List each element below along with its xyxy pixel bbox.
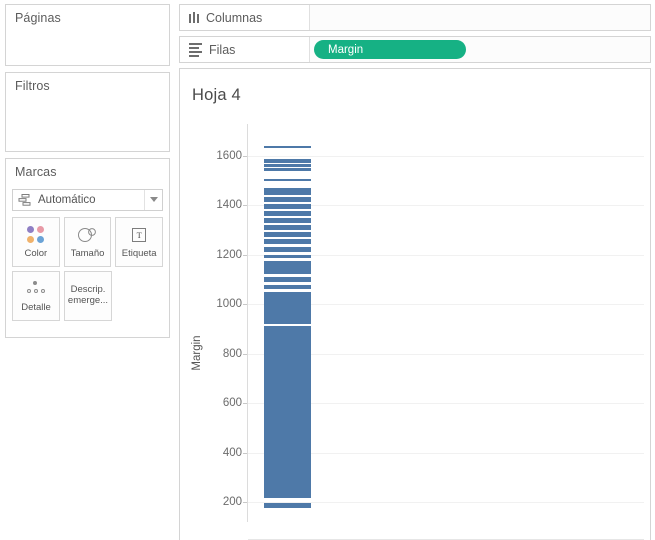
bar-mark[interactable] <box>264 276 311 282</box>
y-axis-tickmark <box>243 205 247 207</box>
y-axis-tickmark <box>243 304 247 306</box>
bar-mark[interactable] <box>264 163 311 167</box>
rows-drop-zone[interactable]: Margin <box>310 37 650 62</box>
bar-mark[interactable] <box>264 291 311 325</box>
mark-type-label: Automático <box>38 193 96 206</box>
filters-card-title: Filtros <box>15 79 50 93</box>
bar-mark[interactable] <box>264 231 311 237</box>
bar-mark[interactable] <box>264 217 311 223</box>
chevron-down-icon <box>149 197 158 203</box>
bar-mark[interactable] <box>264 203 311 209</box>
y-axis-tickmark <box>243 452 247 454</box>
pill-margin[interactable]: Margin <box>314 40 466 59</box>
mark-type-dropdown[interactable]: Automático <box>12 188 163 211</box>
plot-area: Margin 1600 1400 1200 1000 800 600 400 200 <box>180 69 650 540</box>
y-axis-tickmark <box>243 155 247 157</box>
bar-mark[interactable] <box>264 247 311 252</box>
bar-mark[interactable] <box>264 284 311 289</box>
y-axis-tickmark <box>243 403 247 405</box>
bar-mark[interactable] <box>264 159 311 163</box>
bar-mark[interactable] <box>264 503 311 508</box>
bar-mark[interactable] <box>264 197 311 202</box>
bar-mark[interactable] <box>264 239 311 245</box>
columns-shelf[interactable]: Columnas <box>179 4 651 31</box>
marks-size-button[interactable]: Tamaño <box>63 216 112 267</box>
bar-mark[interactable] <box>264 187 311 196</box>
y-axis-tickmark <box>243 254 247 256</box>
worksheet-column: Columnas Filas Margin Hoja 4 Margin 1600… <box>175 0 655 540</box>
marks-card-body: Automático Color Tamaño T Etiqueta Detal… <box>6 186 169 331</box>
bar-mark[interactable] <box>264 178 311 182</box>
mark-type-caret[interactable] <box>144 189 162 210</box>
marks-detail-label: Detalle <box>21 303 51 314</box>
marks-size-label: Tamaño <box>70 249 105 260</box>
bar-mark[interactable] <box>264 260 311 274</box>
columns-shelf-label-group: Columnas <box>180 5 310 30</box>
bar-mark[interactable] <box>264 255 311 259</box>
pages-card[interactable]: Páginas <box>5 4 170 66</box>
marks-label-label: Etiqueta <box>121 249 157 260</box>
marks-button-row-2: Detalle Descrip. emerge... <box>12 270 163 321</box>
rows-shelf-label-group: Filas <box>180 37 310 62</box>
marks-card-title: Marcas <box>15 165 57 179</box>
worksheet-canvas[interactable]: Hoja 4 Margin 1600 1400 1200 1000 800 600 400 2… <box>179 68 651 540</box>
y-axis-tickmark <box>243 353 247 355</box>
marks-color-label: Color <box>24 249 48 260</box>
y-axis-tickmark <box>243 502 247 504</box>
mark-type-automatic-icon <box>13 193 35 206</box>
detail-dots-icon <box>25 278 47 300</box>
columns-drop-zone[interactable] <box>310 5 650 30</box>
bar-mark[interactable] <box>264 167 311 171</box>
marks-button-row-1: Color Tamaño T Etiqueta <box>12 216 164 267</box>
rows-shelf[interactable]: Filas Margin <box>179 36 651 63</box>
left-shelf-column: Páginas Filtros Marcas Automático Color … <box>0 0 175 540</box>
marks-color-button[interactable]: Color <box>12 216 60 267</box>
marks-detail-button[interactable]: Detalle <box>12 270 60 321</box>
tableau-worksheet-window: Páginas Filtros Marcas Automático Color … <box>0 0 655 540</box>
columns-shelf-label: Columnas <box>206 10 263 25</box>
filters-card[interactable]: Filtros <box>5 72 170 152</box>
marks-tooltip-button[interactable]: Descrip. emerge... <box>64 270 112 321</box>
size-circles-icon <box>77 224 99 246</box>
pages-card-title: Páginas <box>15 11 61 25</box>
color-dots-icon <box>26 224 45 246</box>
columns-icon <box>189 12 199 23</box>
bar-mark[interactable] <box>264 326 311 498</box>
bar-mark[interactable] <box>264 225 311 230</box>
marks-label-button[interactable]: T Etiqueta <box>115 216 164 267</box>
rows-shelf-label: Filas <box>209 42 236 57</box>
bar-mark[interactable] <box>264 210 311 216</box>
rows-icon <box>189 42 202 57</box>
marks-layer[interactable] <box>180 69 650 540</box>
marks-card: Marcas Automático Color Tamaño T Etiquet… <box>5 158 170 338</box>
bar-mark[interactable] <box>264 145 311 149</box>
marks-tooltip-label: Descrip. emerge... <box>67 284 109 306</box>
label-text-icon: T <box>132 224 147 246</box>
